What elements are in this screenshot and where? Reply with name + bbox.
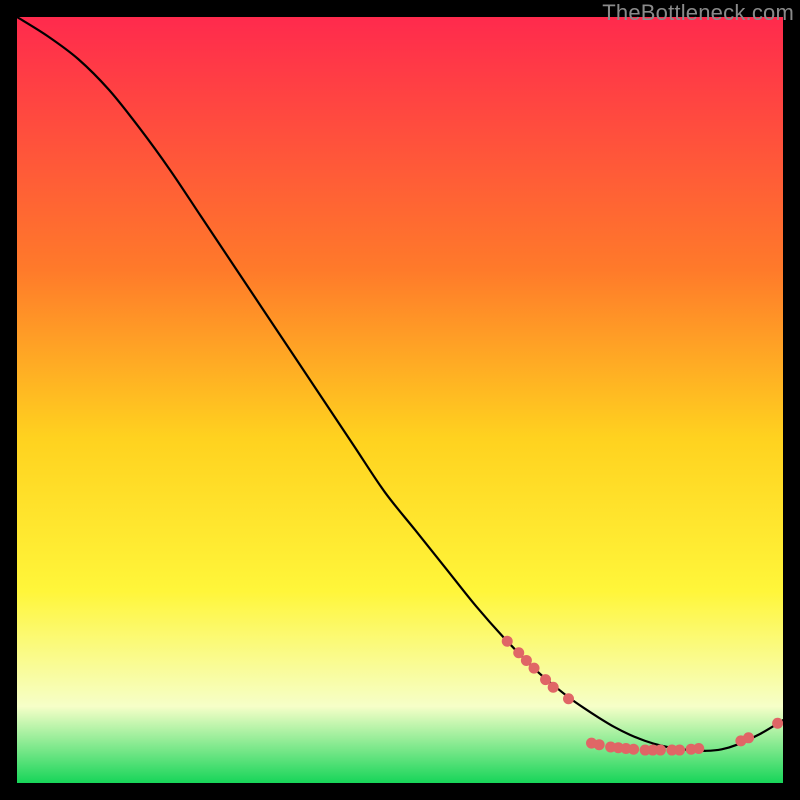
- curve-marker: [674, 745, 685, 756]
- curve-marker: [693, 743, 704, 754]
- chart-stage: TheBottleneck.com: [0, 0, 800, 800]
- curve-marker: [655, 745, 666, 756]
- curve-marker: [529, 663, 540, 674]
- watermark-text: TheBottleneck.com: [602, 0, 794, 26]
- curve-marker: [743, 732, 754, 743]
- plot-area: [17, 17, 783, 783]
- curve-marker: [548, 682, 559, 693]
- bottleneck-curve: [17, 17, 783, 751]
- curve-marker: [502, 636, 513, 647]
- curve-marker: [772, 718, 783, 729]
- curve-layer: [17, 17, 783, 783]
- curve-marker: [628, 744, 639, 755]
- curve-marker: [563, 693, 574, 704]
- curve-markers: [502, 636, 783, 756]
- curve-marker: [594, 739, 605, 750]
